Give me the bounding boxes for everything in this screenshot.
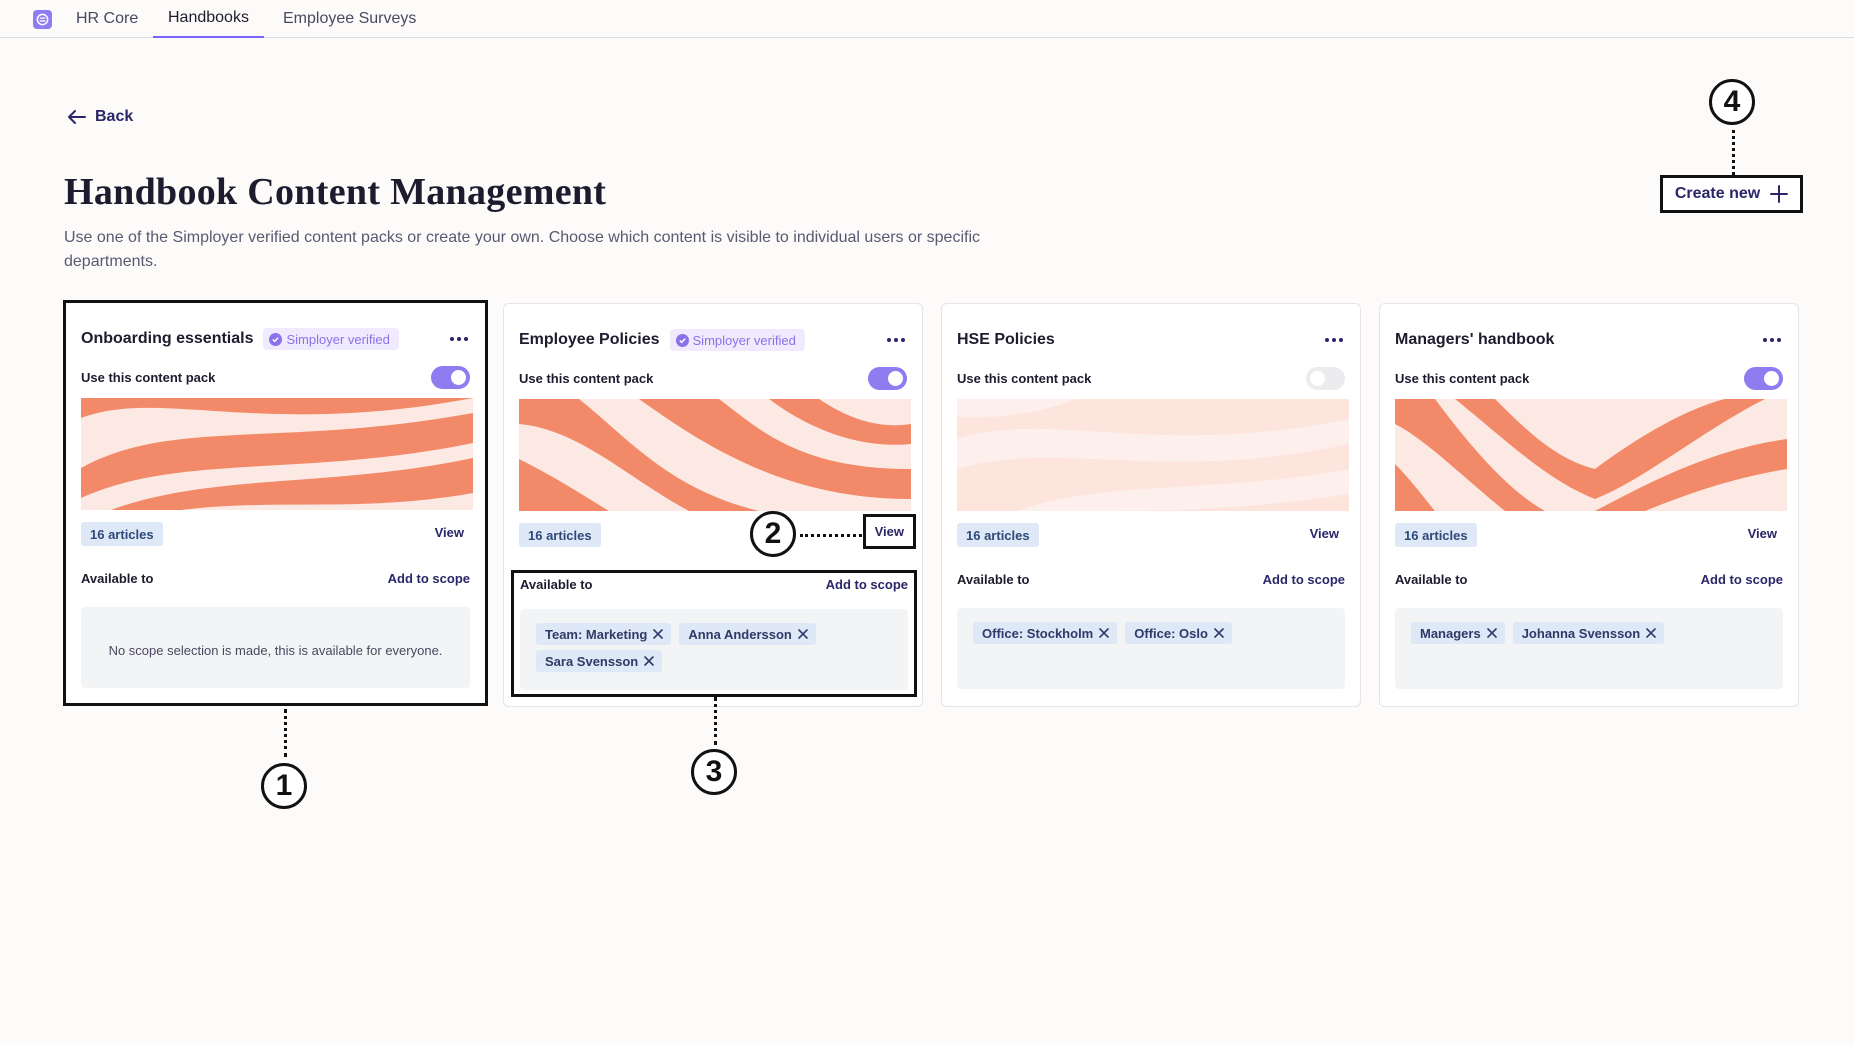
scope-chip-label: Johanna Svensson: [1521, 625, 1641, 641]
callout-connector: [714, 697, 717, 745]
card-title: Employee Policies: [519, 331, 660, 348]
scope-chip: Sara Svensson: [536, 650, 663, 672]
remove-chip-icon[interactable]: [643, 655, 655, 667]
scope-box: Office: Stockholm Office: Oslo: [957, 608, 1345, 689]
callout-marker-2: 2: [750, 511, 796, 557]
content-pack-card-managers-handbook: Managers' handbook Use this content pack…: [1379, 303, 1799, 707]
page-description: Use one of the Simployer verified conten…: [64, 229, 981, 270]
more-options-icon[interactable]: [448, 329, 470, 349]
use-pack-label: Use this content pack: [519, 370, 654, 386]
articles-count-badge: 16 articles: [81, 522, 163, 546]
check-circle-icon: [675, 333, 689, 347]
back-link[interactable]: Back: [66, 108, 133, 126]
callout-connector: [800, 534, 862, 537]
callout-marker-3: 3: [691, 749, 737, 795]
app-logo-icon[interactable]: [33, 10, 52, 29]
use-pack-label: Use this content pack: [957, 370, 1092, 386]
remove-chip-icon[interactable]: [1098, 627, 1110, 639]
add-to-scope-link[interactable]: Add to scope: [826, 577, 908, 592]
scope-chip: Team: Marketing: [536, 623, 672, 645]
scope-chip: Johanna Svensson: [1512, 622, 1665, 644]
use-pack-toggle[interactable]: [431, 365, 470, 389]
card-banner-image: [519, 399, 911, 511]
content-pack-card-employee-policies: Employee Policies Simployer verified Use…: [503, 303, 923, 707]
view-link[interactable]: View: [862, 514, 916, 549]
card-title: Onboarding essentials: [81, 330, 254, 347]
scope-chip-label: Office: Stockholm: [982, 625, 1094, 641]
use-pack-toggle[interactable]: [1744, 366, 1783, 390]
plus-icon: [1770, 185, 1789, 203]
tab-employee-surveys[interactable]: Employee Surveys: [283, 0, 416, 38]
scope-chip-label: Office: Oslo: [1134, 625, 1208, 641]
articles-count-badge: 16 articles: [519, 523, 601, 547]
use-pack-label: Use this content pack: [81, 369, 216, 385]
card-title: HSE Policies: [957, 331, 1055, 348]
add-to-scope-link[interactable]: Add to scope: [388, 571, 470, 586]
remove-chip-icon[interactable]: [1486, 627, 1498, 639]
remove-chip-icon[interactable]: [1213, 627, 1225, 639]
more-options-icon[interactable]: [885, 330, 907, 350]
callout-marker-1: 1: [261, 763, 307, 809]
remove-chip-icon[interactable]: [797, 628, 809, 640]
use-pack-toggle[interactable]: [868, 366, 907, 390]
available-to-label: Available to: [1395, 572, 1468, 587]
more-options-icon[interactable]: [1761, 330, 1783, 350]
arrow-left-icon: [68, 110, 86, 124]
scope-box: Managers Johanna Svensson: [1395, 608, 1783, 689]
scope-chip: Managers: [1411, 622, 1505, 644]
scope-chip-label: Team: Marketing: [545, 626, 648, 642]
top-navigation: HR Core Handbooks Employee Surveys: [0, 0, 1854, 38]
create-new-label: Create new: [1674, 185, 1761, 202]
content-pack-card-onboarding: Onboarding essentials Simployer verified…: [63, 300, 488, 706]
add-to-scope-link[interactable]: Add to scope: [1263, 572, 1345, 587]
scope-chip-label: Sara Svensson: [545, 653, 639, 669]
available-to-label: Available to: [81, 571, 154, 586]
card-banner-image: [1395, 399, 1787, 511]
view-link[interactable]: View: [435, 525, 464, 540]
remove-chip-icon[interactable]: [652, 628, 664, 640]
articles-count-badge: 16 articles: [1395, 523, 1477, 547]
card-banner-image: [81, 398, 473, 510]
scope-chip: Anna Andersson: [679, 623, 816, 645]
content-pack-card-hse-policies: HSE Policies Use this content pack 16 ar…: [941, 303, 1361, 707]
card-title: Managers' handbook: [1395, 331, 1555, 348]
view-link[interactable]: View: [1310, 526, 1339, 541]
card-banner-image: [957, 399, 1349, 511]
more-options-icon[interactable]: [1323, 330, 1345, 350]
empty-scope-message: No scope selection is made, this is avai…: [108, 643, 443, 658]
back-label: Back: [95, 108, 134, 125]
scope-box: No scope selection is made, this is avai…: [81, 607, 470, 688]
use-pack-label: Use this content pack: [1395, 370, 1530, 386]
verified-label: Simployer verified: [286, 331, 390, 347]
scope-chip-label: Managers: [1420, 625, 1481, 641]
tab-handbooks[interactable]: Handbooks: [153, 0, 264, 38]
callout-connector: [284, 709, 287, 757]
scope-box: Team: Marketing Anna Andersson Sara Svenss…: [520, 609, 908, 690]
view-link[interactable]: View: [1748, 526, 1777, 541]
scope-chip-label: Anna Andersson: [688, 626, 792, 642]
create-new-button[interactable]: Create new: [1660, 175, 1803, 213]
articles-count-badge: 16 articles: [957, 523, 1039, 547]
scope-chip: Office: Stockholm: [973, 622, 1118, 644]
scope-chip: Office: Oslo: [1125, 622, 1232, 644]
verified-badge: Simployer verified: [669, 329, 805, 351]
callout-connector: [1732, 130, 1735, 175]
remove-chip-icon[interactable]: [1645, 627, 1657, 639]
use-pack-toggle[interactable]: [1306, 366, 1345, 390]
check-circle-icon: [269, 332, 283, 346]
tab-hr-core[interactable]: HR Core: [76, 0, 138, 38]
verified-label: Simployer verified: [692, 332, 796, 348]
available-to-label: Available to: [520, 577, 593, 592]
page-title: Handbook Content Management: [64, 171, 607, 213]
add-to-scope-link[interactable]: Add to scope: [1701, 572, 1783, 587]
available-to-label: Available to: [957, 572, 1030, 587]
verified-badge: Simployer verified: [263, 328, 399, 350]
callout-marker-4: 4: [1709, 79, 1755, 125]
